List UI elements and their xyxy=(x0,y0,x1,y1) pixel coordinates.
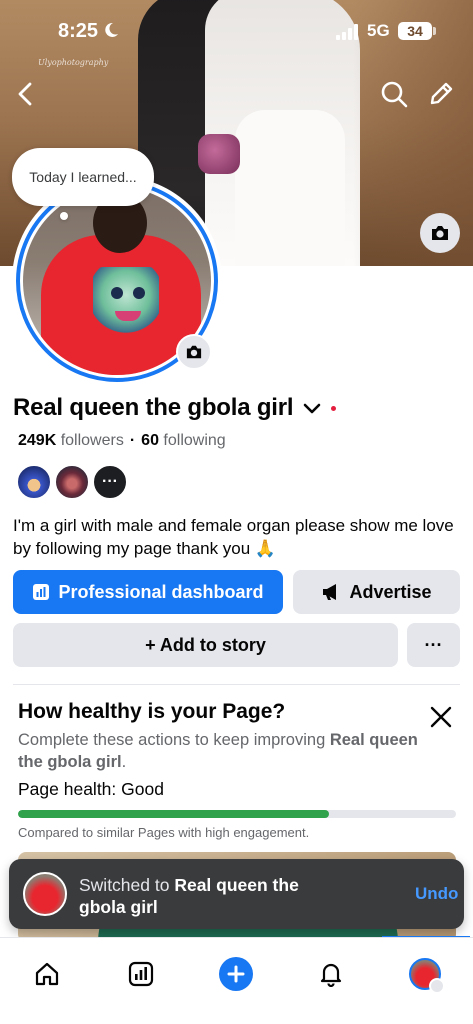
megaphone-icon xyxy=(321,583,341,601)
nav-profile[interactable] xyxy=(403,952,447,996)
bottom-navigation xyxy=(0,937,473,1024)
thought-bubble-text: Today I learned... xyxy=(29,169,137,185)
toast-message: Switched to Real queen the gbola girl xyxy=(79,874,349,918)
cover-camera-button[interactable] xyxy=(420,213,460,253)
camera-icon xyxy=(432,226,448,240)
avatar-shirt-print xyxy=(93,267,159,337)
health-progress-bar xyxy=(18,810,456,818)
page-bio: I'm a girl with male and female organ pl… xyxy=(13,516,454,558)
advertise-label: Advertise xyxy=(349,581,432,602)
create-icon xyxy=(219,957,253,991)
following-count: 60 xyxy=(141,432,159,449)
chevron-down-icon[interactable] xyxy=(301,397,323,419)
close-icon[interactable] xyxy=(428,704,454,730)
nav-home[interactable] xyxy=(25,952,69,996)
follow-stats: 249K followers · 60 following xyxy=(18,432,226,450)
toast-avatar xyxy=(23,872,67,916)
advertise-button[interactable]: Advertise xyxy=(293,570,460,614)
avatar-print-eye xyxy=(133,287,145,299)
page-title: Real queen the gbola girl xyxy=(13,394,294,421)
more-options-button[interactable]: ··· xyxy=(407,623,460,667)
notification-dot xyxy=(331,405,337,411)
add-to-story-button[interactable]: + Add to story xyxy=(13,623,398,667)
thought-bubble[interactable]: Today I learned... xyxy=(12,148,154,206)
dashboard-icon xyxy=(128,961,154,987)
more-friends-button[interactable]: ··· xyxy=(92,464,128,500)
friends-preview[interactable]: ··· xyxy=(16,464,130,500)
profile-icon xyxy=(409,958,445,994)
page-health-status: Page health: Good xyxy=(18,779,164,800)
battery-icon: 34 xyxy=(398,22,432,40)
avatar-print-eye xyxy=(111,287,123,299)
add-to-story-label: + Add to story xyxy=(145,634,266,655)
following-label: following xyxy=(163,432,226,449)
cover-handbag xyxy=(198,134,240,174)
bell-icon xyxy=(320,963,342,987)
camera-icon xyxy=(186,345,202,359)
followers-count: 249K xyxy=(18,432,57,449)
page-name-row[interactable]: Real queen the gbola girl xyxy=(13,394,337,422)
status-time: 8:25 xyxy=(58,20,99,42)
edit-button[interactable] xyxy=(423,76,459,112)
professional-dashboard-button[interactable]: Professional dashboard xyxy=(13,570,283,614)
followers-link[interactable]: 249K followers xyxy=(18,432,124,449)
switch-account-toast: Switched to Real queen the gbola girl Un… xyxy=(9,859,464,929)
page-health-label: Page health: xyxy=(18,779,117,799)
home-icon xyxy=(35,962,59,986)
following-link[interactable]: 60 following xyxy=(141,432,226,449)
dashboard-icon xyxy=(32,583,50,601)
health-desc-prefix: Complete these actions to keep improving xyxy=(18,731,330,749)
toast-prefix: Switched to xyxy=(79,875,175,895)
followers-label: followers xyxy=(60,432,124,449)
professional-dashboard-label: Professional dashboard xyxy=(58,581,264,602)
nav-notifications[interactable] xyxy=(309,952,353,996)
friend-avatar[interactable] xyxy=(16,464,52,500)
nav-create[interactable] xyxy=(214,952,258,996)
search-icon xyxy=(381,81,408,108)
signal-icon xyxy=(336,24,358,40)
menu-badge-icon xyxy=(429,978,445,994)
moon-icon xyxy=(105,22,118,37)
health-card-title: How healthy is your Page? xyxy=(18,700,286,723)
search-button[interactable] xyxy=(376,76,412,112)
health-progress-fill xyxy=(18,810,329,818)
status-bar: 8:25 5G 34 xyxy=(0,0,473,60)
battery-tip xyxy=(433,27,436,35)
cover-figure-white-lower xyxy=(235,110,345,266)
network-type: 5G xyxy=(367,21,390,40)
page-health-value: Good xyxy=(121,779,164,799)
friend-avatar[interactable] xyxy=(54,464,90,500)
health-desc-suffix: . xyxy=(121,753,127,771)
undo-button[interactable]: Undo xyxy=(415,884,458,904)
stats-separator: · xyxy=(129,432,136,449)
health-note: Compared to similar Pages with high enga… xyxy=(18,825,310,840)
health-card-description: Complete these actions to keep improving… xyxy=(18,729,428,773)
avatar-camera-button[interactable] xyxy=(176,334,212,370)
chevron-left-icon xyxy=(18,82,32,106)
thought-bubble-tail xyxy=(60,212,68,220)
more-options-label: ··· xyxy=(424,634,443,655)
pencil-icon xyxy=(430,82,453,105)
section-divider xyxy=(13,684,460,685)
back-button[interactable] xyxy=(8,76,44,112)
nav-dashboard[interactable] xyxy=(119,952,163,996)
